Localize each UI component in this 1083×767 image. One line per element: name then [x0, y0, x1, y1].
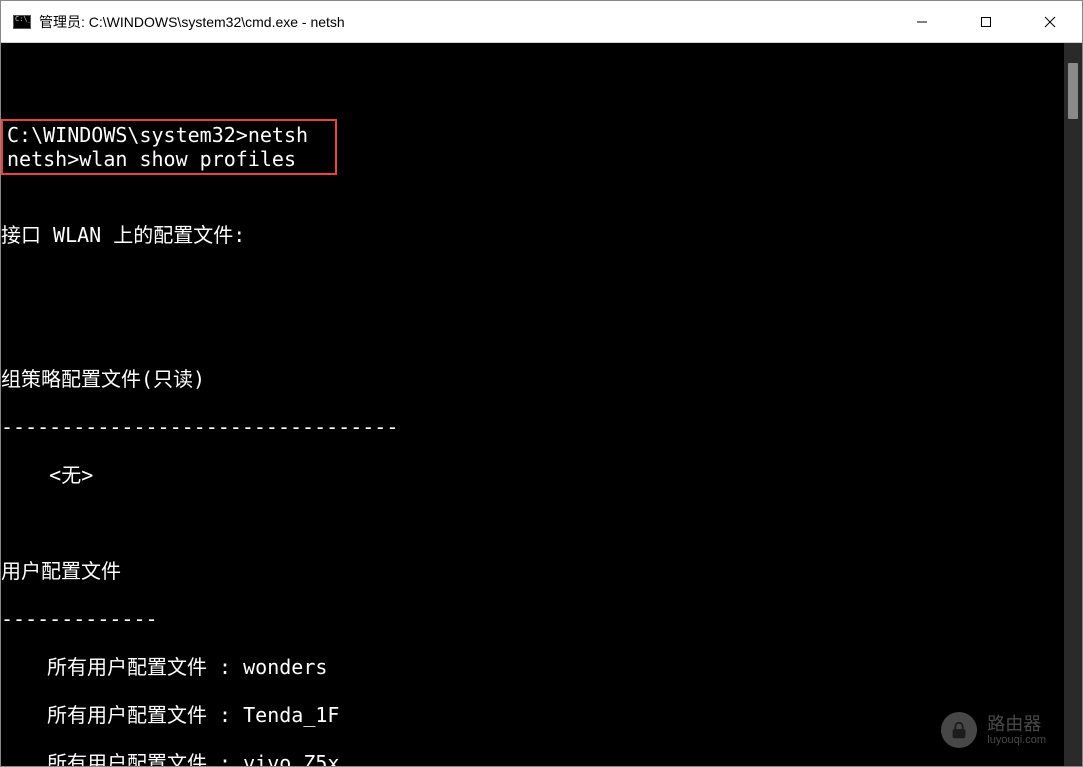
terminal-line [1, 511, 1064, 535]
user-header: 用户配置文件 [1, 559, 1064, 583]
profile-line: 所有用户配置文件 : wonders [1, 655, 1064, 679]
window-title: 管理员: C:\WINDOWS\system32\cmd.exe - netsh [39, 12, 890, 32]
close-icon [1044, 16, 1056, 28]
cmd-icon [13, 15, 31, 29]
lock-icon [948, 719, 970, 741]
profile-value: vivo Z5x [243, 751, 339, 766]
profile-line: 所有用户配置文件 : Tenda_1F [1, 703, 1064, 727]
watermark-icon [941, 712, 977, 748]
vertical-scrollbar[interactable] [1064, 43, 1082, 766]
terminal-line: netsh>wlan show profiles [7, 147, 296, 171]
cmd-window: 管理员: C:\WINDOWS\system32\cmd.exe - netsh… [0, 0, 1083, 767]
profile-label: 所有用户配置文件 : [47, 751, 243, 766]
profile-value: Tenda_1F [243, 703, 339, 727]
command-highlight-box: C:\WINDOWS\system32>netsh netsh>wlan sho… [1, 119, 337, 175]
interface-header: 接口 WLAN 上的配置文件: [1, 223, 1064, 247]
terminal-output[interactable]: C:\WINDOWS\system32>netsh netsh>wlan sho… [1, 43, 1064, 766]
minimize-button[interactable] [890, 1, 954, 42]
maximize-button[interactable] [954, 1, 1018, 42]
profile-line: 所有用户配置文件 : vivo Z5x [1, 751, 1064, 766]
window-controls [890, 1, 1082, 42]
terminal-line: C:\WINDOWS\system32>netsh [7, 123, 308, 147]
profile-label: 所有用户配置文件 : [47, 703, 243, 727]
scrollbar-thumb[interactable] [1068, 63, 1078, 119]
terminal-line [1, 319, 1064, 343]
minimize-icon [916, 16, 928, 28]
watermark-sub: luyouqi.com [987, 734, 1046, 746]
terminal-line [1, 71, 1064, 95]
profile-value: wonders [243, 655, 327, 679]
watermark-title: 路由器 [987, 714, 1046, 734]
maximize-icon [980, 16, 992, 28]
watermark: 路由器 luyouqi.com [941, 712, 1046, 748]
close-button[interactable] [1018, 1, 1082, 42]
profile-label: 所有用户配置文件 : [47, 655, 243, 679]
terminal-area: C:\WINDOWS\system32>netsh netsh>wlan sho… [1, 43, 1082, 766]
terminal-line [1, 271, 1064, 295]
gp-header: 组策略配置文件(只读) [1, 367, 1064, 391]
terminal-line [1, 175, 1064, 199]
user-separator: ------------- [1, 607, 1064, 631]
watermark-text: 路由器 luyouqi.com [987, 714, 1046, 746]
titlebar[interactable]: 管理员: C:\WINDOWS\system32\cmd.exe - netsh [1, 1, 1082, 43]
gp-none: <无> [1, 463, 1064, 487]
gp-separator: --------------------------------- [1, 415, 1064, 439]
